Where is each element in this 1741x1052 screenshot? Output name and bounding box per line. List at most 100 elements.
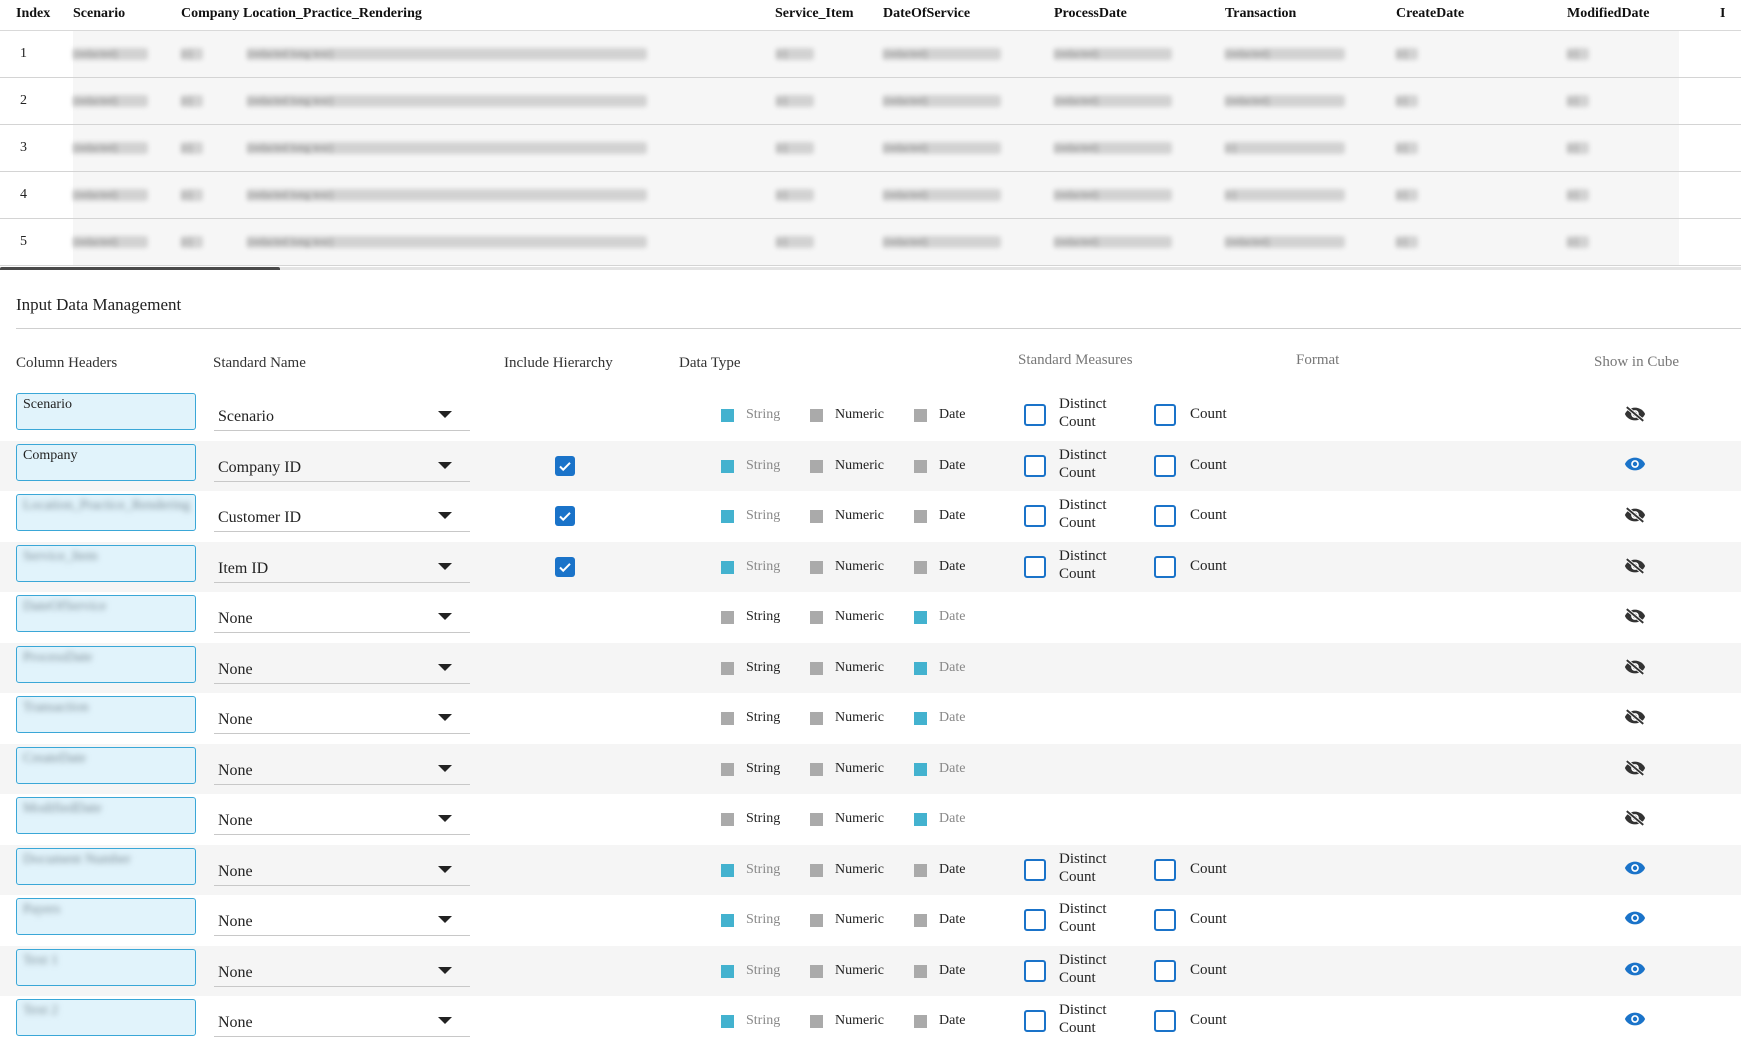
data-type-string-radio[interactable] — [721, 813, 734, 826]
include-hierarchy-checkbox[interactable] — [555, 506, 575, 526]
data-type-string-radio[interactable] — [721, 712, 734, 725]
column-header-field[interactable]: Service_Item — [16, 544, 196, 582]
data-type-date-radio[interactable] — [914, 914, 927, 927]
hidden-eye-icon[interactable] — [1624, 658, 1646, 681]
visible-eye-icon[interactable] — [1624, 910, 1646, 931]
data-type-numeric-radio[interactable] — [810, 510, 823, 523]
standard-name-select[interactable]: None — [214, 655, 470, 684]
data-type-string-radio[interactable] — [721, 964, 734, 978]
dropdown-arrow-icon[interactable] — [438, 613, 452, 620]
col-header-date-of-service[interactable]: DateOfService — [883, 6, 970, 22]
data-type-numeric-radio[interactable] — [810, 459, 823, 473]
dropdown-arrow-icon[interactable] — [438, 461, 452, 469]
hidden-eye-icon[interactable] — [1624, 557, 1646, 580]
distinct-count-checkbox[interactable] — [1024, 555, 1046, 578]
column-header-field[interactable]: Document Number — [16, 847, 196, 885]
hidden-eye-icon[interactable] — [1624, 759, 1646, 782]
standard-name-select[interactable]: Company ID — [214, 453, 470, 482]
standard-name-select[interactable]: None — [214, 907, 470, 936]
data-type-string-radio[interactable] — [721, 914, 734, 927]
data-type-numeric-radio[interactable] — [810, 863, 823, 877]
standard-name-select[interactable]: Customer ID — [214, 503, 470, 532]
dropdown-arrow-icon[interactable] — [438, 966, 452, 974]
col-header-modified-date[interactable]: ModifiedDate — [1567, 6, 1649, 22]
dropdown-arrow-icon[interactable] — [438, 916, 452, 923]
visible-eye-icon[interactable] — [1624, 961, 1646, 982]
data-type-string-radio[interactable] — [721, 661, 734, 675]
dropdown-arrow-icon[interactable] — [438, 764, 452, 772]
hidden-eye-icon[interactable] — [1624, 506, 1646, 529]
dropdown-arrow-icon[interactable] — [438, 815, 452, 822]
column-header-field[interactable]: ModifiedDate — [16, 797, 196, 834]
standard-name-select[interactable]: None — [214, 705, 470, 734]
standard-name-select[interactable]: None — [214, 604, 470, 633]
data-type-string-radio[interactable] — [721, 1015, 734, 1028]
data-type-date-radio[interactable] — [914, 1015, 927, 1028]
data-type-numeric-radio[interactable] — [810, 409, 823, 422]
data-type-date-radio[interactable] — [914, 712, 927, 725]
col-header-scenario[interactable]: Scenario — [73, 6, 125, 22]
count-checkbox[interactable] — [1154, 505, 1176, 527]
standard-name-select[interactable]: None — [214, 806, 470, 835]
data-type-string-radio[interactable] — [721, 459, 734, 473]
column-header-field[interactable]: ProcessDate — [16, 645, 196, 683]
distinct-count-checkbox[interactable] — [1024, 1010, 1046, 1032]
col-header-create-date[interactable]: CreateDate — [1396, 6, 1464, 22]
data-type-numeric-radio[interactable] — [810, 611, 823, 624]
data-type-string-radio[interactable] — [721, 409, 734, 422]
data-type-date-radio[interactable] — [914, 459, 927, 473]
data-type-numeric-radio[interactable] — [810, 661, 823, 675]
data-type-string-radio[interactable] — [721, 611, 734, 624]
visible-eye-icon[interactable] — [1624, 1011, 1646, 1032]
visible-eye-icon[interactable] — [1624, 456, 1646, 477]
col-header-location[interactable]: Location_Practice_Rendering — [243, 6, 422, 22]
distinct-count-checkbox[interactable] — [1024, 858, 1046, 881]
data-type-numeric-radio[interactable] — [810, 560, 823, 574]
data-type-string-radio[interactable] — [721, 560, 734, 574]
data-type-string-radio[interactable] — [721, 762, 734, 776]
data-type-numeric-radio[interactable] — [810, 762, 823, 776]
include-hierarchy-checkbox[interactable] — [555, 556, 575, 577]
count-checkbox[interactable] — [1154, 1010, 1176, 1032]
distinct-count-checkbox[interactable] — [1024, 454, 1046, 477]
column-header-field[interactable]: Scenario — [16, 393, 196, 430]
standard-name-select[interactable]: Scenario — [214, 402, 470, 431]
dropdown-arrow-icon[interactable] — [438, 411, 452, 418]
col-header-service-item[interactable]: Service_Item — [775, 6, 854, 22]
distinct-count-checkbox[interactable] — [1024, 505, 1046, 527]
col-header-overflow[interactable]: I — [1720, 6, 1725, 22]
col-header-transaction[interactable]: Transaction — [1225, 6, 1296, 22]
hidden-eye-icon[interactable] — [1624, 607, 1646, 630]
column-header-field[interactable]: Location_Practice_Rendering — [16, 494, 196, 531]
include-hierarchy-checkbox[interactable] — [555, 455, 575, 476]
visible-eye-icon[interactable] — [1624, 860, 1646, 881]
hidden-eye-icon[interactable] — [1624, 809, 1646, 832]
standard-name-select[interactable]: None — [214, 756, 470, 785]
data-type-string-radio[interactable] — [721, 510, 734, 523]
distinct-count-checkbox[interactable] — [1024, 404, 1046, 426]
data-type-numeric-radio[interactable] — [810, 813, 823, 826]
data-type-numeric-radio[interactable] — [810, 964, 823, 978]
count-checkbox[interactable] — [1154, 858, 1176, 881]
data-type-date-radio[interactable] — [914, 510, 927, 523]
standard-name-select[interactable]: None — [214, 857, 470, 886]
dropdown-arrow-icon[interactable] — [438, 865, 452, 873]
data-type-date-radio[interactable] — [914, 964, 927, 978]
data-type-date-radio[interactable] — [914, 409, 927, 422]
column-header-field[interactable]: Text 1 — [16, 948, 196, 986]
data-type-date-radio[interactable] — [914, 813, 927, 826]
column-header-field[interactable]: CreateDate — [16, 746, 196, 784]
count-checkbox[interactable] — [1154, 454, 1176, 477]
standard-name-select[interactable]: Item ID — [214, 554, 470, 583]
column-header-field[interactable]: Company — [16, 443, 196, 481]
horizontal-scrollbar-thumb[interactable] — [0, 267, 280, 270]
count-checkbox[interactable] — [1154, 959, 1176, 982]
distinct-count-checkbox[interactable] — [1024, 959, 1046, 982]
data-type-date-radio[interactable] — [914, 762, 927, 776]
hidden-eye-icon[interactable] — [1624, 405, 1646, 428]
column-header-field[interactable]: Transaction — [16, 696, 196, 733]
column-header-field[interactable]: Payers — [16, 898, 196, 935]
column-header-field[interactable]: DateOfService — [16, 595, 196, 632]
dropdown-arrow-icon[interactable] — [438, 714, 452, 721]
dropdown-arrow-icon[interactable] — [438, 562, 452, 570]
